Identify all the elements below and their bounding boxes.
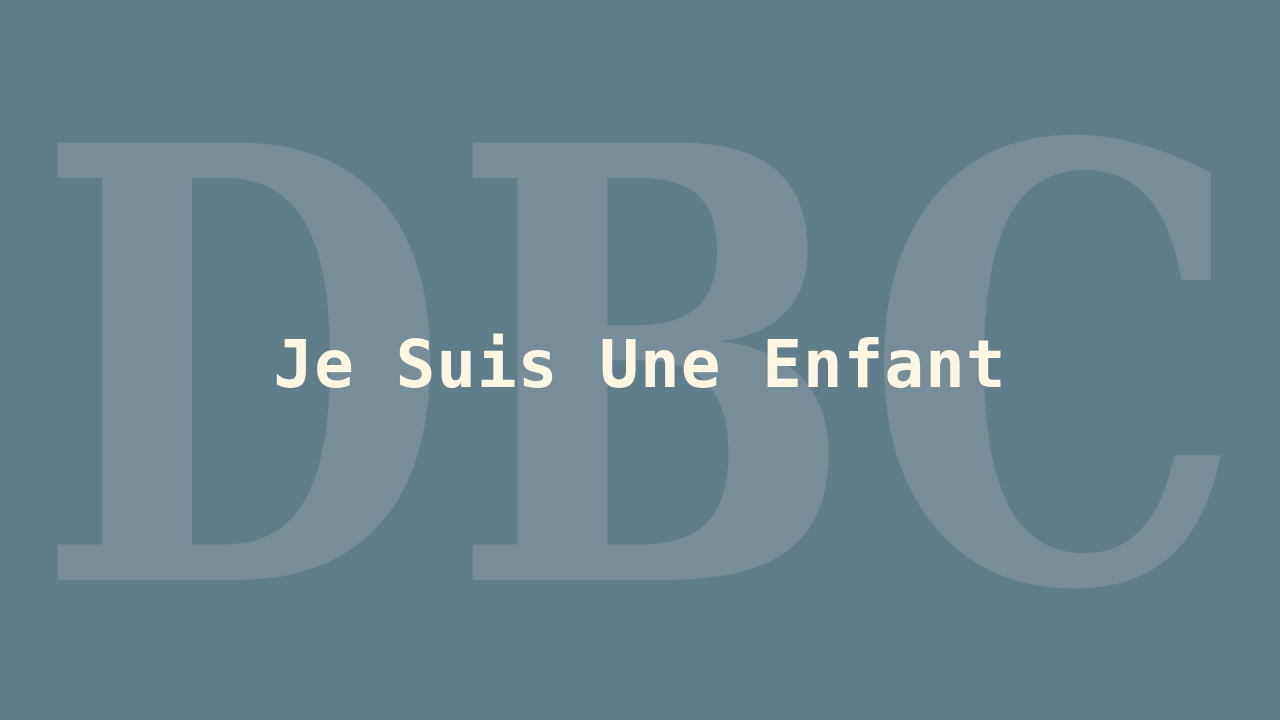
slide-title: Je Suis Une Enfant (273, 326, 1007, 403)
